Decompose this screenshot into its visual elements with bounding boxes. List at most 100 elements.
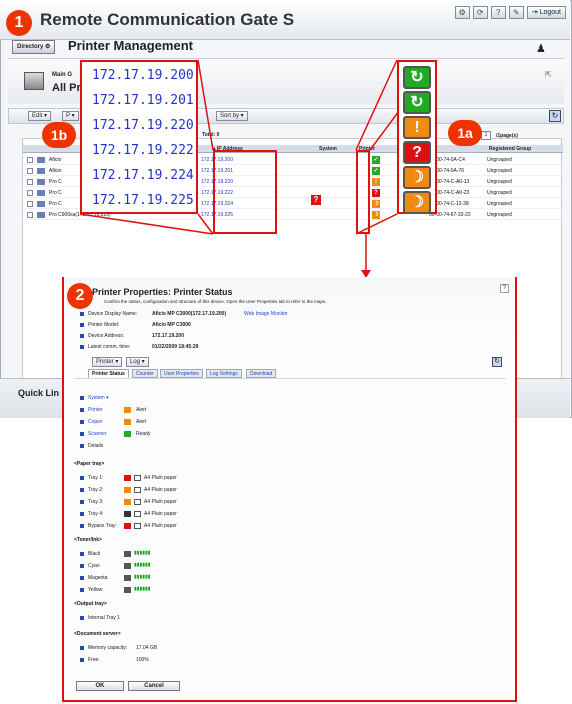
toner-label: Yellow xyxy=(88,587,103,593)
status-row-label[interactable]: Copier xyxy=(88,419,103,425)
toner-icon xyxy=(124,575,131,581)
toner-icon xyxy=(124,587,131,593)
tray-status-icon xyxy=(124,511,131,517)
comm-time-label: Latest comm. time: xyxy=(88,344,131,350)
zoom-ip-address: 172.17.19.200 xyxy=(92,68,194,83)
paper-icon xyxy=(134,499,141,505)
tray-paper: A4 Plain paper xyxy=(144,487,177,493)
zoom-status-icon: ☽ xyxy=(403,166,431,189)
printer-dropdown[interactable]: Printer ▾ xyxy=(92,357,123,367)
tab-download[interactable]: Download xyxy=(246,369,277,378)
toner-level: ▮▮▮▮▮▮ xyxy=(134,562,151,568)
tab-user-properties[interactable]: User Properties xyxy=(160,369,203,378)
bullet-icon xyxy=(80,576,84,580)
bullet-icon xyxy=(80,408,84,412)
badge-1: 1 xyxy=(6,10,32,36)
toner-label: Black xyxy=(88,551,101,557)
dialog-refresh-icon[interactable]: ↻ xyxy=(492,357,502,367)
log-dropdown[interactable]: Log ▾ xyxy=(126,357,149,367)
status-zoom-callout: ↻ ↻!? ☽ ☽ xyxy=(397,60,437,214)
tray-paper: A4 Plain paper xyxy=(144,499,177,505)
zoom-ip-address: 172.17.19.201 xyxy=(92,93,194,108)
toner-icon xyxy=(124,551,131,557)
bullet-icon xyxy=(80,420,84,424)
zoom-ip-address: 172.17.19.222 xyxy=(92,143,194,158)
zoom-ip-line-left xyxy=(79,213,214,235)
system-link[interactable]: System ▾ xyxy=(88,395,109,401)
badge-1b: 1b xyxy=(42,122,76,148)
bullet-icon xyxy=(80,500,84,504)
zoom-status-icon: ☽ xyxy=(403,191,431,214)
bullet-icon xyxy=(80,334,84,338)
output-tray-value: Internal Tray 1 xyxy=(88,615,120,621)
details-link[interactable]: Details xyxy=(88,443,103,449)
tray-paper: A4 Plain paper xyxy=(144,511,177,517)
web-image-monitor-link[interactable]: Web Image Monitor xyxy=(244,311,288,317)
bullet-icon xyxy=(80,345,84,349)
bullet-icon xyxy=(80,432,84,436)
toner-level: ▮▮▮▮▮▮ xyxy=(134,586,151,592)
status-indicator-icon xyxy=(124,419,131,425)
tab-divider xyxy=(74,378,506,379)
address-value: 172.17.19.200 xyxy=(152,333,184,339)
log-dd-label: Log xyxy=(130,359,141,365)
bullet-icon xyxy=(80,476,84,480)
status-row-value: Alert xyxy=(136,419,147,425)
badge-1a: 1a xyxy=(448,120,482,146)
zoom-status-icon: ? xyxy=(403,141,431,164)
status-row-value: Alert xyxy=(136,407,147,413)
zoom-ip-line-bottom xyxy=(197,213,214,235)
cancel-button[interactable]: Cancel xyxy=(128,681,180,691)
toner-label: Cyan xyxy=(88,563,100,569)
dialog-body: Printer Properties: Printer Status ? Con… xyxy=(64,277,515,700)
tab-counter[interactable]: Counter xyxy=(132,369,158,378)
paper-icon xyxy=(134,487,141,493)
toner-icon xyxy=(124,563,131,569)
address-label: Device Address: xyxy=(88,333,125,339)
zoom-ip-address: 172.17.19.225 xyxy=(92,193,194,208)
model-label: Printer Model: xyxy=(88,322,120,328)
badge-2: 2 xyxy=(67,283,93,309)
capacity-value: 17.04 GB xyxy=(136,645,158,651)
toner-label: Magenta xyxy=(88,575,108,581)
help-icon[interactable]: ? xyxy=(500,284,509,293)
free-value: 100% xyxy=(136,657,149,663)
free-label: Free: xyxy=(88,657,100,663)
dialog-description: Confirm the status, configuration and st… xyxy=(104,299,327,304)
capacity-label: Memory capacity: xyxy=(88,645,128,651)
bullet-icon xyxy=(80,396,84,400)
paper-icon xyxy=(134,475,141,481)
zoom-st-line-bottom xyxy=(355,213,398,235)
printer-properties-dialog: Printer Properties: Printer Status ? Con… xyxy=(62,277,517,702)
status-row-label[interactable]: Scanner xyxy=(88,431,107,437)
ip-zoom-callout: 172.17.19.200 172.17.19.201 172.17.19.220 1… xyxy=(80,60,198,214)
tray-paper: A4 Plain paper xyxy=(144,523,177,529)
display-name-label: Device Display Name: xyxy=(88,311,138,317)
bullet-icon xyxy=(80,512,84,516)
toner-level: ▮▮▮▮▮▮ xyxy=(134,574,151,580)
status-row-label[interactable]: Printer xyxy=(88,407,103,413)
tab-printer-status[interactable]: Printer Status xyxy=(88,369,129,378)
model-value: Aficio MP C3000 xyxy=(152,322,191,328)
toner-heading: <Toner/Ink> xyxy=(74,537,102,543)
tray-status-icon xyxy=(124,487,131,493)
bullet-icon xyxy=(80,552,84,556)
bullet-icon xyxy=(80,524,84,528)
zoom-status-icon: ! xyxy=(403,116,431,139)
zoom-status-icon: ↻ xyxy=(403,91,431,114)
tab-log-settings[interactable]: Log Settings xyxy=(206,369,242,378)
comm-time-value: 01/22/2009 18:45:29 xyxy=(152,344,199,350)
ok-button[interactable]: OK xyxy=(76,681,124,691)
dialog-title: Printer Properties: Printer Status xyxy=(92,287,233,297)
system-label: System xyxy=(88,395,105,401)
document-server-heading: <Document server> xyxy=(74,631,121,637)
bullet-icon xyxy=(80,488,84,492)
bullet-icon xyxy=(80,588,84,592)
status-indicator-icon xyxy=(124,431,131,437)
paper-tray-heading: <Paper tray> xyxy=(74,461,105,467)
bullet-icon xyxy=(80,564,84,568)
status-row-value: Ready xyxy=(136,431,151,437)
bullet-icon xyxy=(80,646,84,650)
tray-paper: A4 Plain paper xyxy=(144,475,177,481)
tray-status-icon xyxy=(124,475,131,481)
